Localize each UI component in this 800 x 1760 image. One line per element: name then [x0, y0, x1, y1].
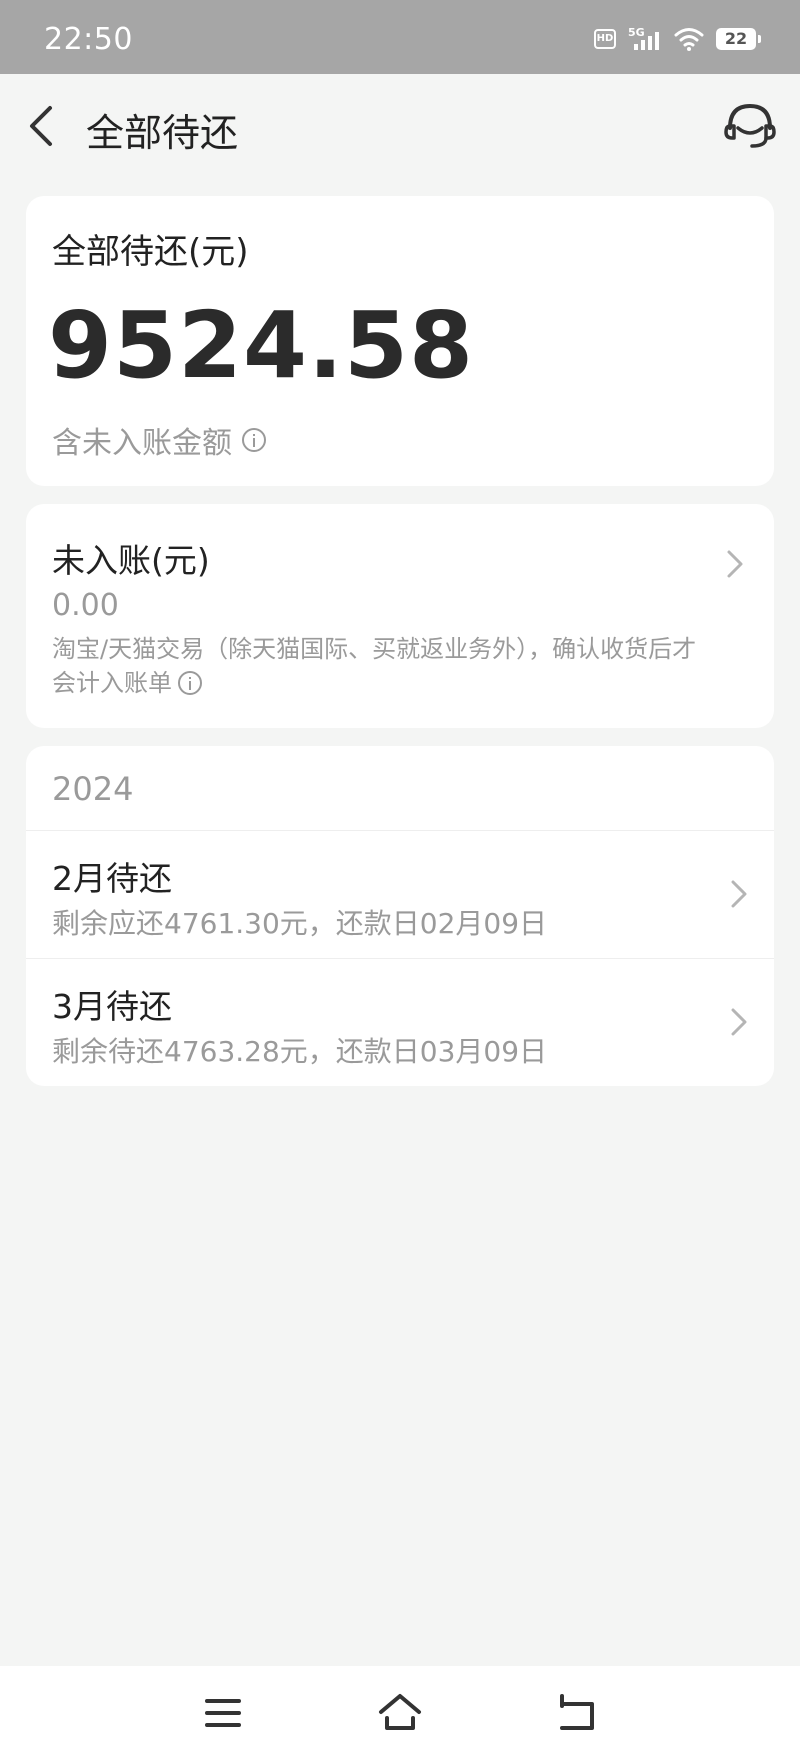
- total-due-amount: 9524.58: [48, 292, 475, 399]
- hd-icon: HD: [594, 29, 616, 49]
- home-icon[interactable]: [375, 1688, 425, 1738]
- info-icon[interactable]: [178, 671, 202, 695]
- bills-list-card: 2024 2月待还 剩余应还4761.30元，还款日02月09日 3月待还 剩余…: [26, 746, 774, 1086]
- unbilled-description-text: 淘宝/天猫交易（除天猫国际、买就返业务外），确认收货后才会计入账单: [52, 635, 697, 697]
- total-due-label: 全部待还(元): [52, 232, 249, 272]
- customer-service-headset-icon[interactable]: [722, 98, 778, 154]
- status-icons: HD 5G 22: [594, 24, 761, 54]
- menu-icon[interactable]: [198, 1688, 248, 1738]
- unbilled-card[interactable]: 未入账(元) 0.00 淘宝/天猫交易（除天猫国际、买就返业务外），确认收货后才…: [26, 504, 774, 728]
- status-time: 22:50: [44, 22, 133, 57]
- bill-item-february[interactable]: 2月待还 剩余应还4761.30元，还款日02月09日: [26, 830, 774, 958]
- system-nav-bar: [0, 1666, 800, 1760]
- chevron-right-icon: [727, 550, 743, 578]
- battery-icon: 22: [716, 28, 761, 50]
- chevron-left-icon[interactable]: [24, 104, 64, 148]
- bill-subtitle: 剩余待还4763.28元，还款日03月09日: [52, 1035, 548, 1068]
- bill-item-march[interactable]: 3月待还 剩余待还4763.28元，还款日03月09日: [26, 958, 774, 1086]
- unbilled-value: 0.00: [52, 588, 119, 623]
- bill-title: 2月待还: [52, 859, 172, 898]
- unbilled-label: 未入账(元): [52, 541, 210, 580]
- bill-title: 3月待还: [52, 987, 172, 1026]
- unbilled-description: 淘宝/天猫交易（除天猫国际、买就返业务外），确认收货后才会计入账单: [52, 632, 712, 700]
- signal-5g-icon: 5G: [628, 26, 659, 50]
- bill-subtitle: 剩余应还4761.30元，还款日02月09日: [52, 907, 548, 940]
- wifi-icon: [674, 28, 704, 51]
- total-due-card: 全部待还(元) 9524.58 含未入账金额: [26, 196, 774, 486]
- status-bar: 22:50 HD 5G 22: [0, 0, 800, 74]
- chevron-right-icon: [731, 1008, 747, 1036]
- chevron-right-icon: [731, 880, 747, 908]
- total-note: 含未入账金额: [52, 418, 266, 462]
- header: 全部待还: [0, 74, 800, 178]
- network-label: 5G: [628, 26, 645, 39]
- back-icon[interactable]: [552, 1688, 602, 1738]
- page-title: 全部待还: [86, 111, 239, 155]
- info-icon[interactable]: [242, 428, 266, 452]
- year-label: 2024: [52, 770, 134, 808]
- total-note-text: 含未入账金额: [52, 426, 232, 461]
